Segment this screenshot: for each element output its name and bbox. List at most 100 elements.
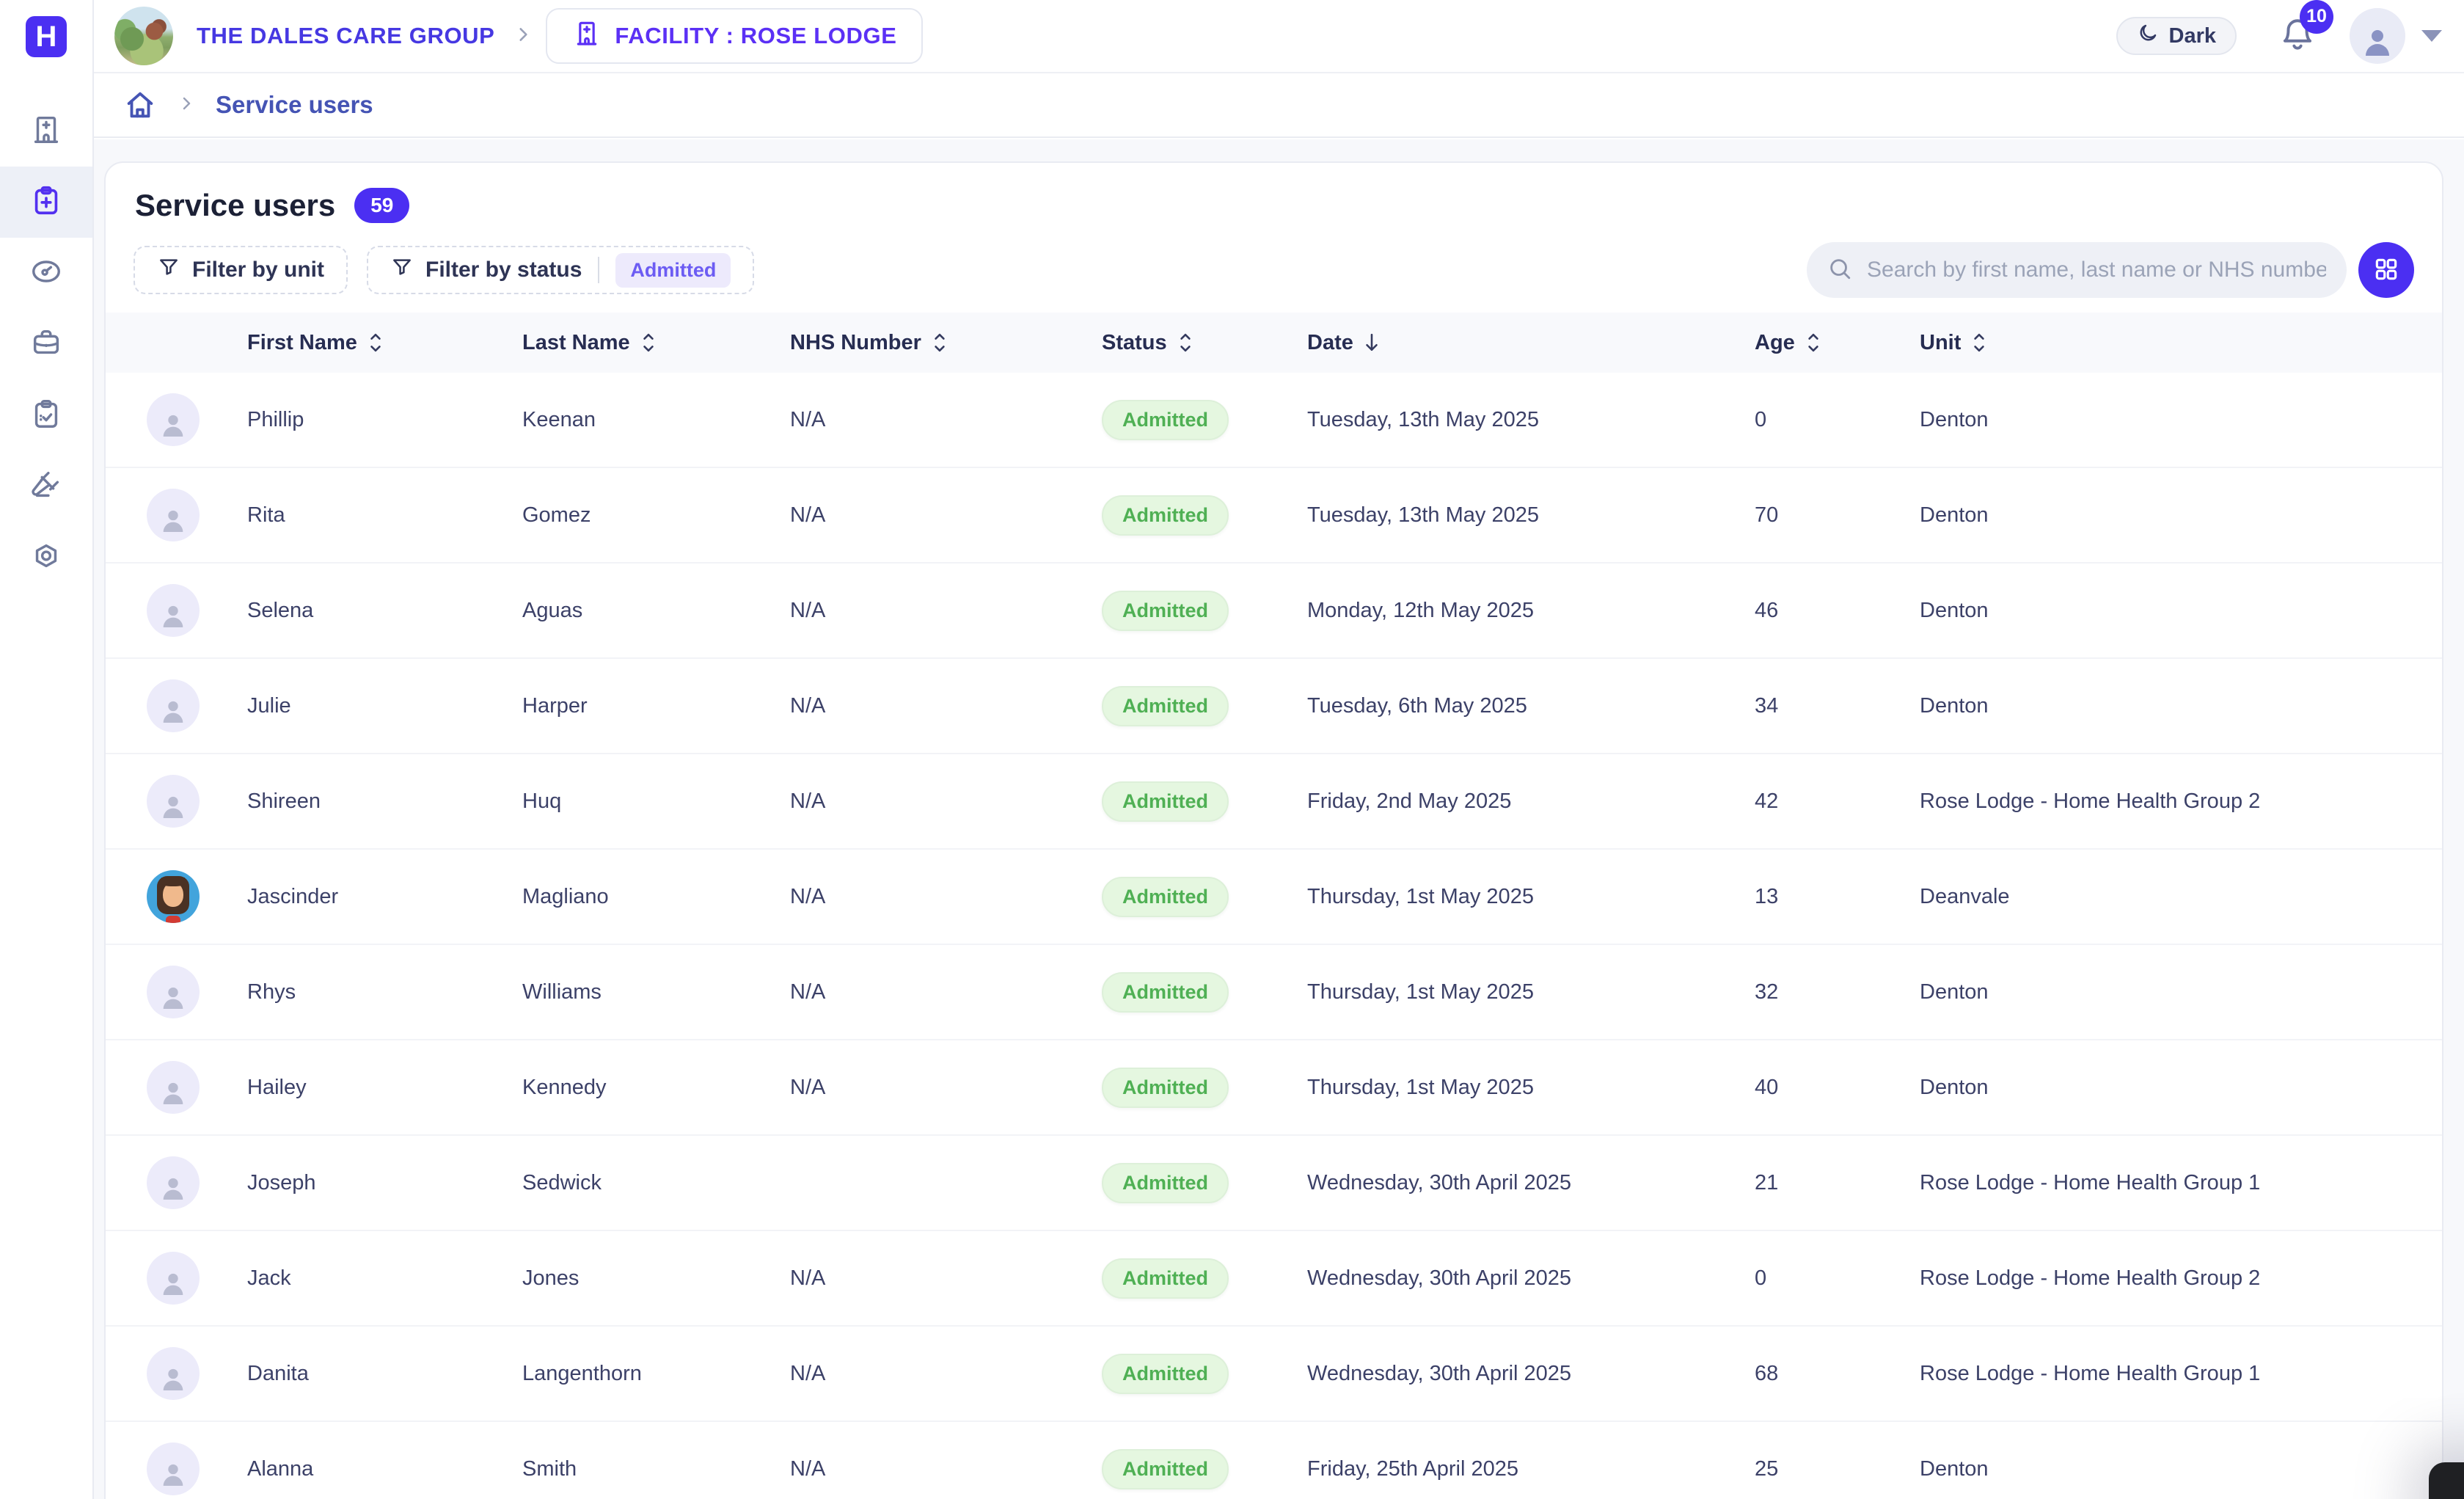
table-row[interactable]: Joseph Sedwick Admitted Wednesday, 30th … bbox=[106, 1136, 2442, 1231]
status-cell: Admitted bbox=[1102, 591, 1307, 631]
app-window: H bbox=[0, 0, 2464, 1499]
nhs-number-cell: N/A bbox=[790, 599, 1102, 623]
filter-by-unit-button[interactable]: Filter by unit bbox=[134, 246, 348, 294]
status-cell: Admitted bbox=[1102, 400, 1307, 440]
header-actions: Dark 10 bbox=[2116, 8, 2443, 64]
settings-nut-icon bbox=[29, 539, 63, 577]
unit-cell: Denton bbox=[1920, 1457, 2442, 1481]
table-header-age[interactable]: Age bbox=[1755, 330, 1920, 355]
table-header-last-name[interactable]: Last Name bbox=[522, 330, 790, 355]
corner-floating-button[interactable] bbox=[2429, 1462, 2464, 1499]
sidebar-item-dashboard[interactable] bbox=[0, 238, 92, 309]
avatar-cell bbox=[106, 1443, 247, 1495]
sidebar: H bbox=[0, 0, 94, 1499]
breadcrumb: Service users bbox=[94, 73, 2464, 138]
status-cell: Admitted bbox=[1102, 1354, 1307, 1394]
nhs-number-cell: N/A bbox=[790, 408, 1102, 432]
avatar-placeholder bbox=[147, 1252, 200, 1305]
last-name-cell: Huq bbox=[522, 789, 790, 814]
status-badge: Admitted bbox=[1102, 1354, 1229, 1394]
search-box bbox=[1807, 242, 2347, 298]
organisation-name[interactable]: THE DALES CARE GROUP bbox=[197, 23, 494, 49]
first-name-cell: Joseph bbox=[247, 1171, 522, 1195]
home-icon[interactable] bbox=[123, 88, 157, 122]
last-name-cell: Sedwick bbox=[522, 1171, 790, 1195]
chevron-down-icon[interactable] bbox=[2421, 30, 2442, 42]
person-icon bbox=[158, 1365, 188, 1400]
table-row[interactable]: Phillip Keenan N/A Admitted Tuesday, 13t… bbox=[106, 373, 2442, 468]
funnel-icon bbox=[157, 255, 180, 285]
sidebar-item-workspace[interactable] bbox=[0, 309, 92, 380]
table-header-first-name[interactable]: First Name bbox=[247, 330, 522, 355]
table-header-unit[interactable]: Unit bbox=[1920, 330, 2442, 355]
funnel-icon bbox=[390, 255, 414, 285]
sidebar-item-service-users[interactable] bbox=[0, 167, 92, 238]
date-cell: Tuesday, 13th May 2025 bbox=[1307, 503, 1755, 528]
status-badge: Admitted bbox=[1102, 591, 1229, 631]
table-header-status[interactable]: Status bbox=[1102, 330, 1307, 355]
avatar-placeholder bbox=[147, 1443, 200, 1495]
unit-cell: Denton bbox=[1920, 408, 2442, 432]
age-cell: 34 bbox=[1755, 694, 1920, 718]
table-row[interactable]: Jack Jones N/A Admitted Wednesday, 30th … bbox=[106, 1231, 2442, 1327]
avatar-placeholder bbox=[147, 584, 200, 637]
sort-updown-icon bbox=[639, 330, 658, 355]
content-area: Service users 59 Filter by unit Filter b… bbox=[94, 139, 2464, 1499]
nhs-number-cell: N/A bbox=[790, 503, 1102, 528]
person-icon bbox=[158, 411, 188, 446]
user-avatar[interactable] bbox=[2350, 8, 2405, 64]
nhs-number-cell: N/A bbox=[790, 1266, 1102, 1291]
first-name-cell: Jack bbox=[247, 1266, 522, 1291]
table-row[interactable]: Jascinder Magliano N/A Admitted Thursday… bbox=[106, 850, 2442, 945]
sort-desc-arrow-icon bbox=[1362, 330, 1381, 355]
table-row[interactable]: Shireen Huq N/A Admitted Friday, 2nd May… bbox=[106, 754, 2442, 850]
table-row[interactable]: Rhys Williams N/A Admitted Thursday, 1st… bbox=[106, 945, 2442, 1040]
person-icon bbox=[158, 1460, 188, 1495]
facility-building-icon bbox=[29, 112, 63, 150]
nhs-number-cell: N/A bbox=[790, 885, 1102, 909]
avatar-placeholder bbox=[147, 393, 200, 446]
facility-selector-button[interactable]: FACILITY : ROSE LODGE bbox=[546, 8, 923, 64]
filter-by-status-label: Filter by status bbox=[425, 258, 582, 282]
breadcrumb-current-page[interactable]: Service users bbox=[216, 91, 373, 119]
sidebar-item-legal[interactable] bbox=[0, 451, 92, 522]
sort-updown-icon bbox=[1176, 330, 1195, 355]
sidebar-item-settings[interactable] bbox=[0, 522, 92, 594]
table-row[interactable]: Rita Gomez N/A Admitted Tuesday, 13th Ma… bbox=[106, 468, 2442, 564]
table-header-nhs-number[interactable]: NHS Number bbox=[790, 330, 1102, 355]
age-cell: 42 bbox=[1755, 789, 1920, 814]
first-name-cell: Selena bbox=[247, 599, 522, 623]
sidebar-item-facility[interactable] bbox=[0, 95, 92, 167]
table-row[interactable]: Hailey Kennedy N/A Admitted Thursday, 1s… bbox=[106, 1040, 2442, 1136]
filter-by-status-button[interactable]: Filter by status Admitted bbox=[367, 246, 754, 294]
table-header-date[interactable]: Date bbox=[1307, 330, 1755, 355]
tasks-clipboard-check-icon bbox=[29, 397, 63, 434]
search-input[interactable] bbox=[1867, 258, 2326, 282]
filter-by-unit-label: Filter by unit bbox=[192, 258, 324, 282]
avatar-cell bbox=[106, 1061, 247, 1114]
dark-mode-toggle[interactable]: Dark bbox=[2116, 17, 2237, 55]
last-name-cell: Harper bbox=[522, 694, 790, 718]
last-name-cell: Keenan bbox=[522, 408, 790, 432]
page-title: Service users bbox=[135, 188, 335, 223]
sort-updown-icon bbox=[1804, 330, 1823, 355]
nhs-number-cell: N/A bbox=[790, 789, 1102, 814]
notifications-button[interactable]: 10 bbox=[2279, 16, 2316, 56]
table-row[interactable]: Alanna Smith N/A Admitted Friday, 25th A… bbox=[106, 1422, 2442, 1499]
table-row[interactable]: Julie Harper N/A Admitted Tuesday, 6th M… bbox=[106, 659, 2442, 754]
table-row[interactable]: Danita Langenthorn N/A Admitted Wednesda… bbox=[106, 1327, 2442, 1422]
facility-selector-label: FACILITY : ROSE LODGE bbox=[615, 23, 896, 49]
table-row[interactable]: Selena Aguas N/A Admitted Monday, 12th M… bbox=[106, 564, 2442, 659]
person-icon bbox=[158, 506, 188, 541]
unit-cell: Denton bbox=[1920, 1076, 2442, 1100]
table-body: Phillip Keenan N/A Admitted Tuesday, 13t… bbox=[106, 373, 2442, 1499]
organisation-avatar[interactable] bbox=[114, 7, 173, 65]
sidebar-item-tasks[interactable] bbox=[0, 380, 92, 451]
unit-cell: Rose Lodge - Home Health Group 2 bbox=[1920, 1266, 2442, 1291]
avatar-placeholder bbox=[147, 775, 200, 828]
grid-view-button[interactable] bbox=[2358, 242, 2414, 298]
avatar-cell bbox=[106, 393, 247, 446]
first-name-cell: Julie bbox=[247, 694, 522, 718]
unit-cell: Rose Lodge - Home Health Group 2 bbox=[1920, 789, 2442, 814]
active-status-filter-chip[interactable]: Admitted bbox=[615, 253, 731, 288]
